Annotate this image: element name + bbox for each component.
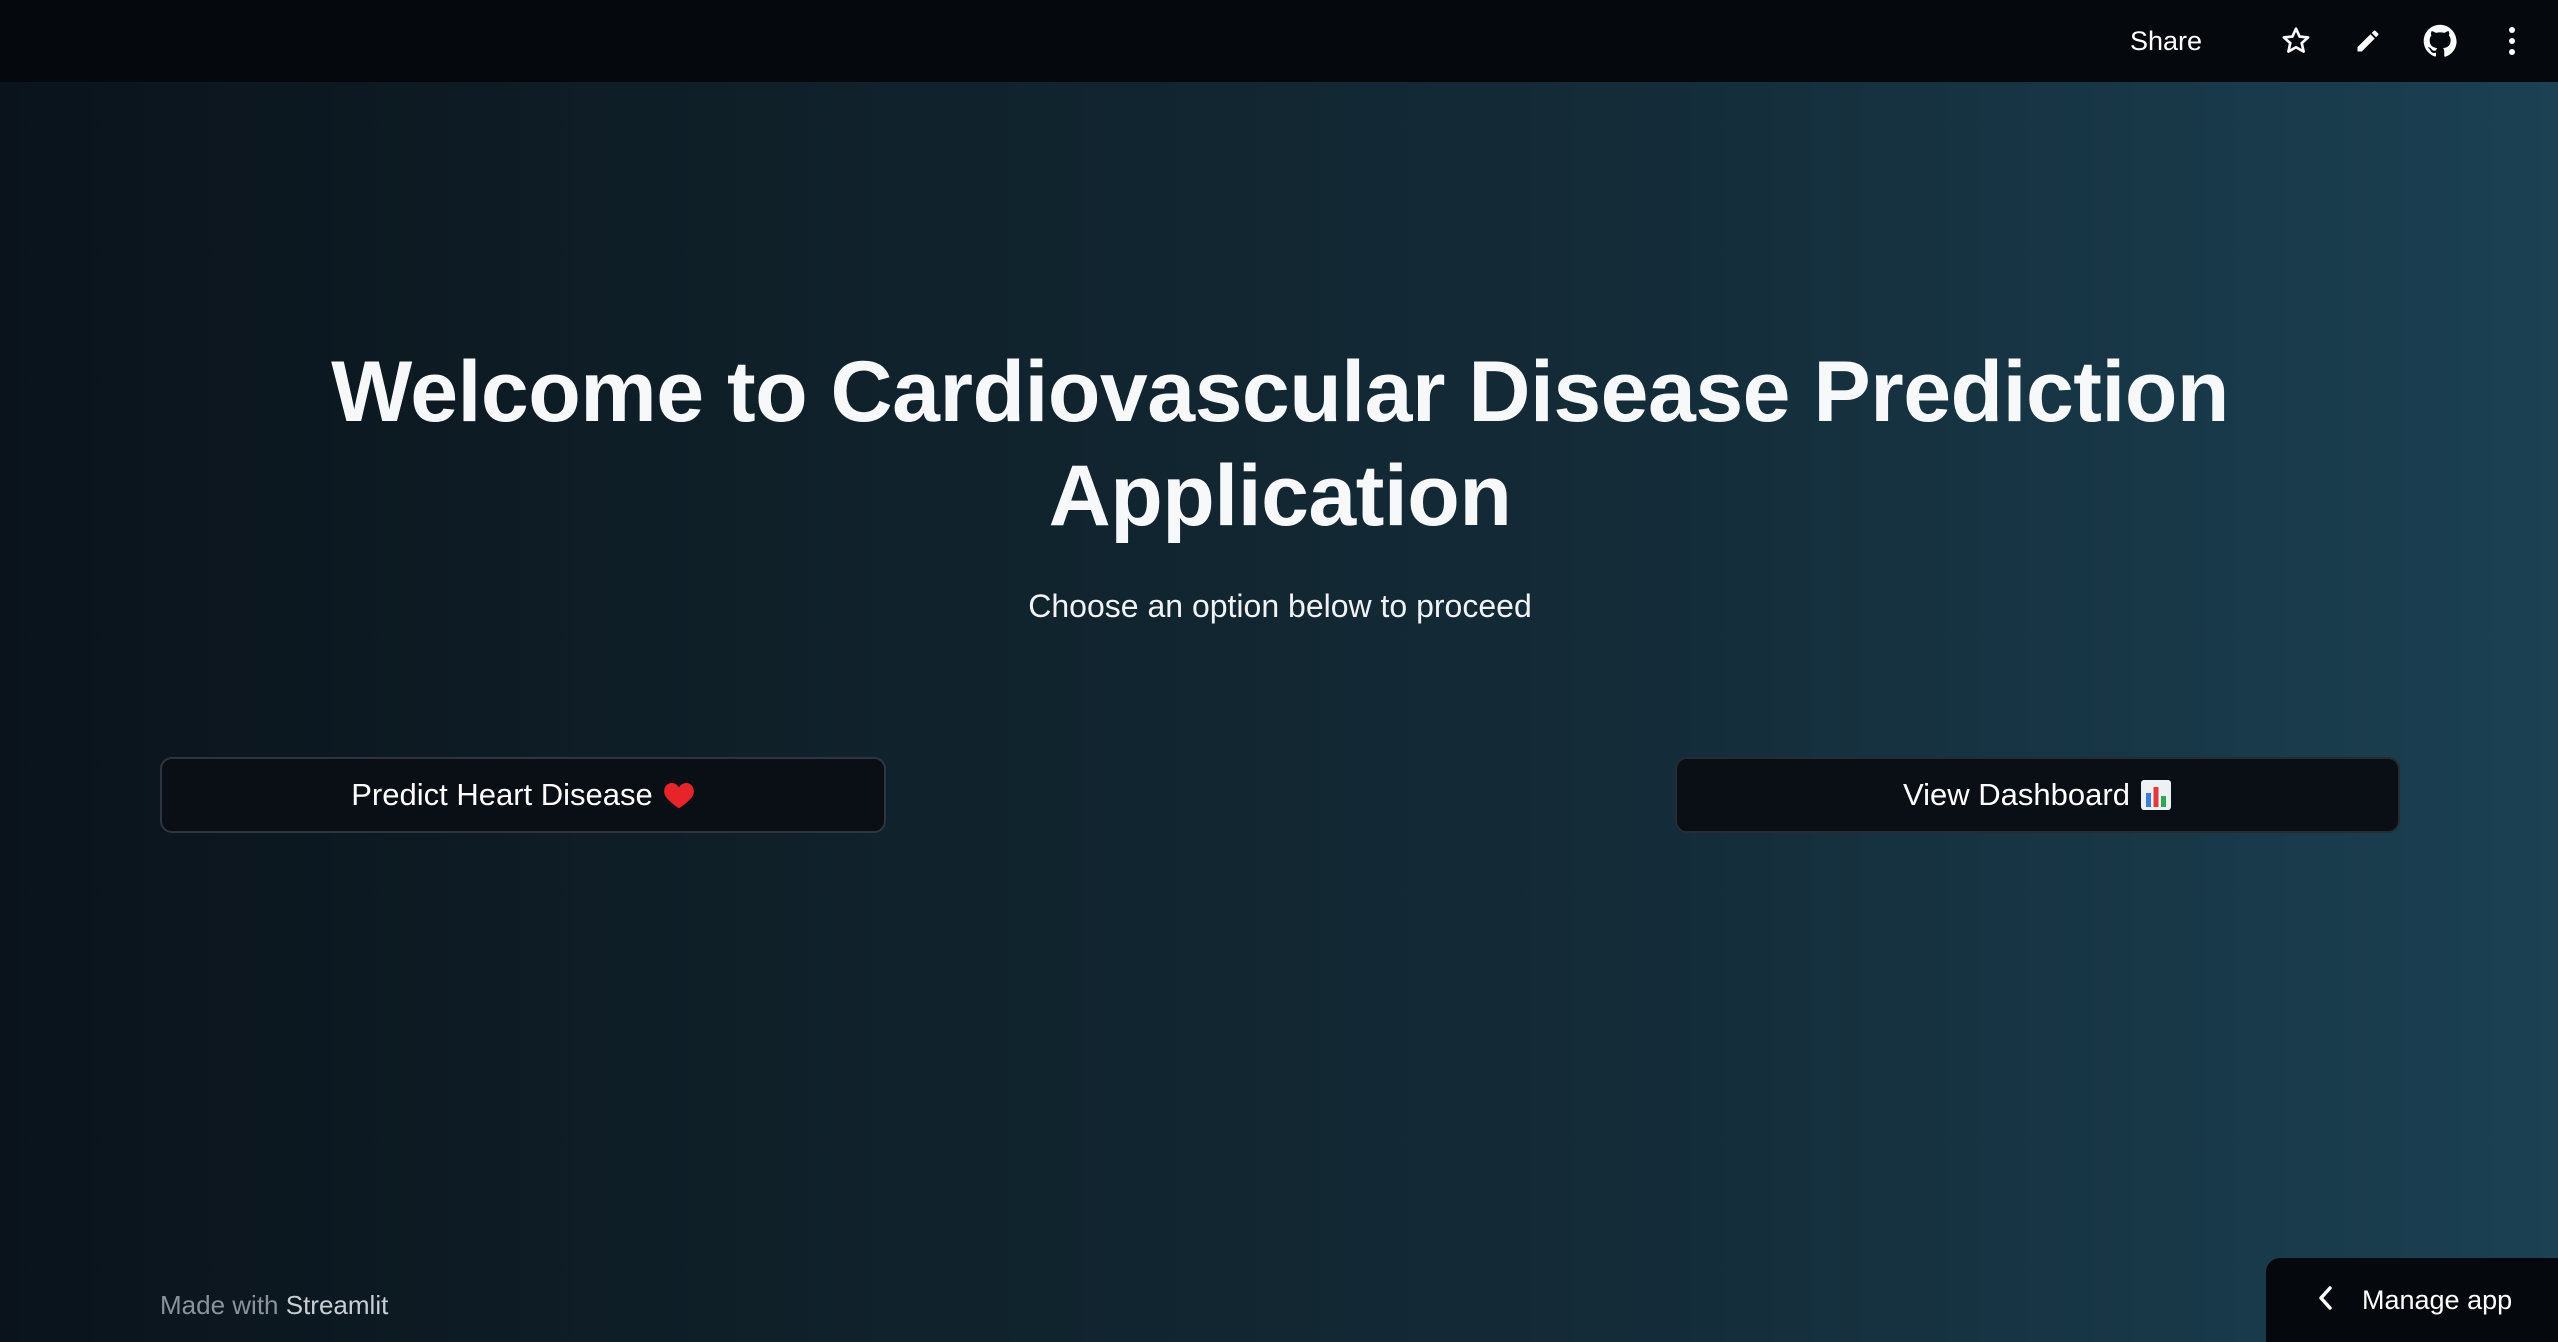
footer-prefix: Made with (160, 1290, 279, 1320)
dashboard-button-label: View Dashboard (1903, 777, 2130, 812)
made-with-streamlit-footer: Made with Streamlit (160, 1290, 388, 1321)
kebab-menu-icon[interactable] (2494, 23, 2530, 59)
share-button[interactable]: Share (2130, 27, 2202, 55)
github-icon[interactable] (2422, 23, 2458, 59)
pencil-icon[interactable] (2350, 23, 2386, 59)
manage-app-label: Manage app (2362, 1284, 2513, 1315)
chevron-left-icon (2316, 1285, 2334, 1316)
predict-button-label: Predict Heart Disease (351, 777, 653, 812)
star-icon[interactable] (2278, 23, 2314, 59)
bar-chart-icon (2140, 779, 2172, 811)
app-toolbar: Share (0, 0, 2558, 82)
manage-app-button[interactable]: Manage app (2266, 1258, 2558, 1342)
predict-heart-disease-button[interactable]: Predict Heart Disease (160, 757, 886, 833)
page-title: Welcome to Cardiovascular Disease Predic… (331, 344, 2229, 544)
page-subtitle: Choose an option below to proceed (1028, 588, 1532, 624)
streamlit-link[interactable]: Streamlit (286, 1290, 389, 1320)
red-heart-icon (663, 780, 695, 810)
view-dashboard-button[interactable]: View Dashboard (1675, 757, 2400, 833)
